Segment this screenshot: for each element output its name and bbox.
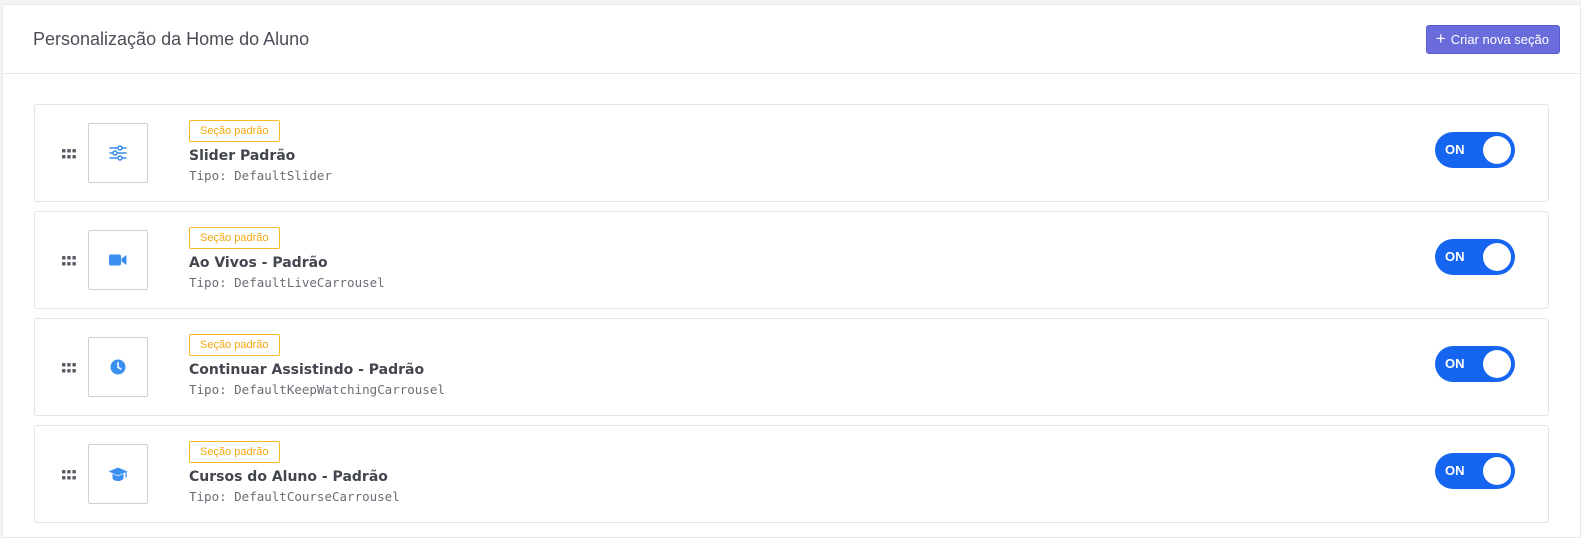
section-item: Seção padrão Continuar Assistindo - Padr… — [34, 318, 1549, 416]
section-name: Continuar Assistindo - Padrão — [189, 362, 425, 378]
create-section-button[interactable]: + Criar nova seção — [1425, 24, 1560, 54]
default-section-badge: Seção padrão — [189, 441, 280, 463]
sections-list: Seção padrão Slider Padrão Tipo: Default… — [3, 74, 1580, 523]
toggle-label: ON — [1445, 249, 1465, 264]
section-icon-box — [88, 230, 148, 290]
video-camera-icon — [109, 254, 127, 266]
page-title: Personalização da Home do Aluno — [33, 28, 310, 49]
drag-handle-icon[interactable] — [62, 149, 76, 159]
section-icon-box — [88, 444, 148, 504]
sliders-icon — [109, 145, 127, 161]
section-toggle[interactable]: ON — [1435, 132, 1515, 168]
toggle-knob — [1483, 243, 1511, 271]
graduation-cap-icon — [108, 467, 128, 481]
section-text: Seção padrão Ao Vivos - Padrão Tipo: Def… — [189, 226, 385, 290]
toggle-knob — [1483, 350, 1511, 378]
toggle-knob — [1483, 136, 1511, 164]
clock-icon — [110, 359, 126, 375]
section-toggle[interactable]: ON — [1435, 453, 1515, 489]
section-name: Cursos do Aluno - Padrão — [189, 469, 388, 485]
default-section-badge: Seção padrão — [189, 227, 280, 249]
section-icon-box — [88, 337, 148, 397]
drag-handle-icon[interactable] — [62, 363, 76, 373]
toggle-label: ON — [1445, 356, 1465, 371]
toggle-label: ON — [1445, 142, 1465, 157]
section-type: Tipo: DefaultKeepWatchingCarrousel — [189, 382, 445, 397]
home-customization-panel: Personalização da Home do Aluno + Criar … — [2, 4, 1581, 538]
section-item: Seção padrão Slider Padrão Tipo: Default… — [34, 104, 1549, 202]
toggle-knob — [1483, 457, 1511, 485]
section-text: Seção padrão Continuar Assistindo - Padr… — [189, 333, 445, 397]
section-type: Tipo: DefaultSlider — [189, 168, 332, 183]
section-name: Ao Vivos - Padrão — [189, 255, 328, 271]
drag-handle-icon[interactable] — [62, 470, 76, 480]
section-text: Seção padrão Slider Padrão Tipo: Default… — [189, 119, 332, 183]
section-toggle[interactable]: ON — [1435, 239, 1515, 275]
section-type: Tipo: DefaultCourseCarrousel — [189, 489, 400, 504]
default-section-badge: Seção padrão — [189, 120, 280, 142]
section-icon-box — [88, 123, 148, 183]
section-type: Tipo: DefaultLiveCarrousel — [189, 275, 385, 290]
section-item: Seção padrão Ao Vivos - Padrão Tipo: Def… — [34, 211, 1549, 309]
section-text: Seção padrão Cursos do Aluno - Padrão Ti… — [189, 440, 400, 504]
plus-icon: + — [1435, 28, 1446, 48]
create-section-label: Criar nova seção — [1450, 31, 1549, 47]
panel-header: Personalização da Home do Aluno + Criar … — [3, 5, 1580, 74]
section-toggle[interactable]: ON — [1435, 346, 1515, 382]
section-item: Seção padrão Cursos do Aluno - Padrão Ti… — [34, 425, 1549, 523]
drag-handle-icon[interactable] — [62, 256, 76, 266]
toggle-label: ON — [1445, 463, 1465, 478]
section-name: Slider Padrão — [189, 148, 296, 164]
default-section-badge: Seção padrão — [189, 334, 280, 356]
